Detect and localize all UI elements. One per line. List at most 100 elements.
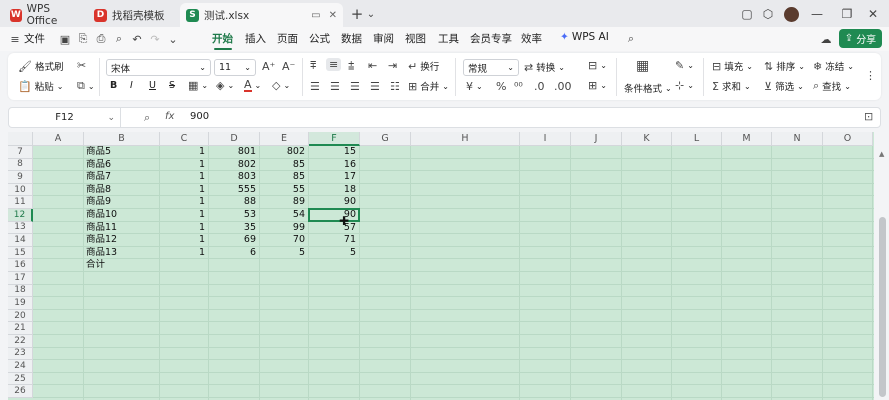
close-tab-icon[interactable]: ✕: [329, 10, 337, 21]
cell-e10[interactable]: 55: [260, 184, 309, 197]
row-header-7[interactable]: 7: [8, 146, 33, 159]
italic-button[interactable]: I: [130, 80, 133, 91]
row-header-23[interactable]: 23: [8, 347, 33, 361]
row-header-20[interactable]: 20: [8, 309, 33, 323]
decrease-decimal-button[interactable]: .00: [554, 80, 572, 93]
align-middle-button[interactable]: ≡: [326, 58, 342, 71]
export-pdf-icon[interactable]: ⎘: [76, 32, 90, 46]
menu-data[interactable]: 数据: [341, 31, 362, 46]
row-header-18[interactable]: 18: [8, 284, 33, 298]
print-preview-icon[interactable]: ⌕: [112, 32, 126, 46]
cell-e9[interactable]: 85: [260, 171, 309, 184]
justify-button[interactable]: ☰: [370, 80, 380, 93]
cell-e13[interactable]: 99: [260, 222, 309, 235]
menu-view[interactable]: 视图: [405, 31, 426, 46]
menu-page[interactable]: 页面: [277, 31, 298, 46]
cell-b8[interactable]: 商品6: [84, 159, 160, 172]
close-window-icon[interactable]: ✕: [864, 5, 882, 23]
cell-d15[interactable]: 6: [209, 247, 260, 260]
align-top-button[interactable]: ⩱: [310, 59, 316, 73]
currency-button[interactable]: ¥ ⌄: [466, 80, 483, 93]
cell-e14[interactable]: 70: [260, 234, 309, 247]
underline-button[interactable]: U: [149, 80, 156, 91]
format-painter-button[interactable]: 🖌 格式刷: [18, 59, 63, 74]
cell-d7[interactable]: 801: [209, 146, 260, 159]
menu-review[interactable]: 审阅: [373, 31, 394, 46]
column-header-m[interactable]: M: [722, 132, 772, 146]
cell-d11[interactable]: 88: [209, 196, 260, 209]
cell-style-button[interactable]: ✎ ⌄: [675, 59, 694, 72]
cell-d8[interactable]: 802: [209, 159, 260, 172]
font-size-select[interactable]: 11 ⌄: [214, 59, 256, 76]
column-header-n[interactable]: N: [772, 132, 823, 146]
wrap-text-button[interactable]: ↵ 换行: [408, 59, 439, 74]
row-header-19[interactable]: 19: [8, 297, 33, 310]
menu-file[interactable]: 文件: [24, 31, 45, 46]
row-header-15[interactable]: 15: [8, 246, 33, 260]
spreadsheet-grid[interactable]: ABCDEFGHIJKLMNO 7 8 9 10 11 12 13 14 15 16 17 18 19 2…: [8, 132, 874, 400]
column-header-b[interactable]: B: [84, 132, 160, 146]
monitor-icon[interactable]: ▭: [311, 10, 320, 21]
avatar[interactable]: [782, 5, 800, 23]
cut-button[interactable]: ✂: [77, 59, 86, 72]
cell-f9[interactable]: 17: [309, 171, 360, 184]
conditional-format-button[interactable]: 条件格式 ⌄: [624, 81, 672, 96]
cell-b13[interactable]: 商品11: [84, 222, 160, 235]
cell-f13[interactable]: 57: [309, 222, 360, 235]
row-header-10[interactable]: 10: [8, 183, 33, 197]
minimize-icon[interactable]: —: [808, 5, 826, 23]
number-format-select[interactable]: 常规 ⌄: [463, 59, 519, 76]
cell-f15[interactable]: 5: [309, 247, 360, 260]
ribbon-more-button[interactable]: ⋮: [865, 69, 876, 82]
sort-button[interactable]: ⇅ 排序 ⌄: [764, 59, 805, 74]
row-header-26[interactable]: 26: [8, 385, 33, 398]
window-layout-icon[interactable]: ▢: [738, 5, 756, 23]
column-header-g[interactable]: G: [360, 132, 411, 146]
merge-cells-button[interactable]: ⊞ 合并 ⌄: [408, 79, 449, 94]
menu-member[interactable]: 会员专享: [470, 31, 512, 46]
bold-button[interactable]: B: [110, 80, 117, 91]
column-header-i[interactable]: I: [520, 132, 571, 146]
tab-test-xlsx[interactable]: S 测试.xlsx ▭ ✕: [180, 3, 343, 27]
column-header-d[interactable]: D: [209, 132, 260, 146]
cloud-sync-icon[interactable]: ☁: [819, 32, 833, 46]
scrollbar-thumb[interactable]: [879, 217, 886, 397]
convert-button[interactable]: ⇄ 转换 ⌄: [524, 60, 565, 75]
row-header-16[interactable]: 16: [8, 259, 33, 272]
freeze-button[interactable]: ❄ 冻结 ⌄: [813, 59, 854, 74]
cell-c10[interactable]: 1: [160, 184, 209, 197]
paste-button[interactable]: 📋 粘贴 ⌄: [18, 79, 63, 94]
align-center-button[interactable]: ☰: [330, 80, 340, 93]
align-left-button[interactable]: ☰: [310, 80, 320, 93]
vertical-scrollbar[interactable]: ▲: [876, 147, 889, 400]
select-all-corner[interactable]: [8, 132, 33, 146]
cell-f10[interactable]: 18: [309, 184, 360, 197]
restore-icon[interactable]: ❐: [838, 5, 856, 23]
distributed-button[interactable]: ☷: [390, 80, 400, 93]
cell-d13[interactable]: 35: [209, 222, 260, 235]
decrease-indent-button[interactable]: ⇤: [368, 59, 377, 72]
cube-icon[interactable]: ⬡: [759, 5, 777, 23]
column-header-h[interactable]: H: [411, 132, 520, 146]
undo-icon[interactable]: ↶: [130, 32, 144, 46]
cell-e12[interactable]: 54: [260, 209, 309, 222]
scroll-up-icon[interactable]: ▲: [879, 150, 884, 158]
percent-button[interactable]: %: [496, 80, 506, 93]
increase-indent-button[interactable]: ⇥: [388, 59, 397, 72]
cell-b16[interactable]: 合计: [84, 259, 160, 272]
menu-efficiency[interactable]: 效率: [521, 31, 542, 46]
font-color-button[interactable]: A ⌄: [244, 79, 261, 92]
more-chevron-icon[interactable]: ⌄: [166, 32, 180, 46]
column-header-f[interactable]: F: [309, 132, 360, 146]
menu-wps-ai[interactable]: ✦ WPS AI: [560, 31, 609, 43]
cell-b12[interactable]: 商品10: [84, 209, 160, 222]
cell-d12[interactable]: 53: [209, 209, 260, 222]
cell-c9[interactable]: 1: [160, 171, 209, 184]
font-name-select[interactable]: 宋体 ⌄: [106, 59, 211, 76]
row-col-button[interactable]: ⊟ ⌄: [588, 59, 607, 72]
column-header-l[interactable]: L: [672, 132, 722, 146]
strikethrough-button[interactable]: S: [169, 80, 175, 91]
row-header-25[interactable]: 25: [8, 372, 33, 386]
column-header-e[interactable]: E: [260, 132, 309, 146]
cell-e8[interactable]: 85: [260, 159, 309, 172]
